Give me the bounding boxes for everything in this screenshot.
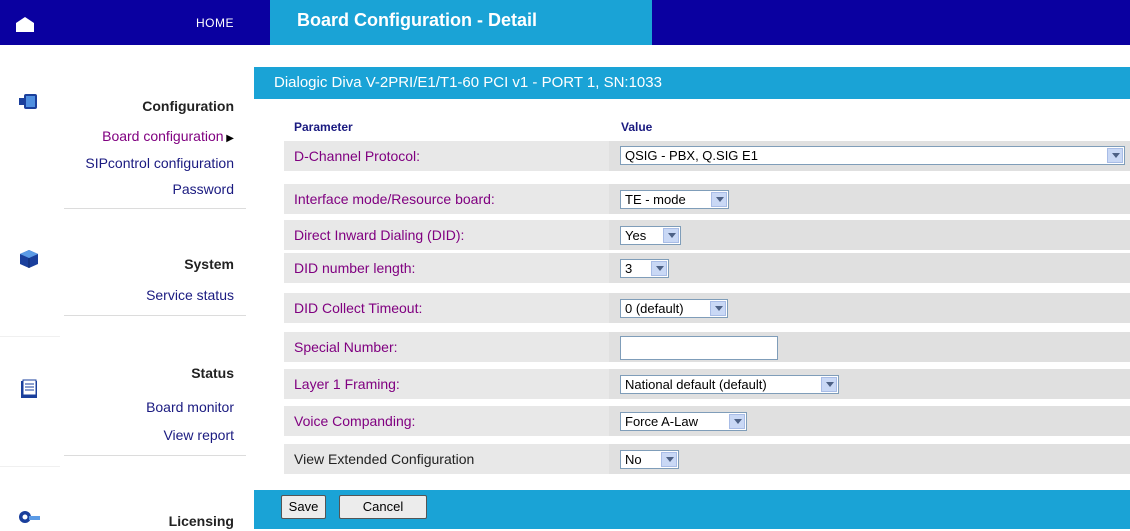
- nav-divider: [64, 315, 246, 316]
- chevron-down-icon[interactable]: [729, 414, 745, 429]
- select-value: National default (default): [625, 377, 767, 392]
- voice-companding-select[interactable]: Force A-Law: [620, 412, 747, 431]
- nav-section-system: System: [184, 256, 234, 272]
- special-number-input[interactable]: [620, 336, 778, 360]
- nav-divider: [64, 208, 246, 209]
- param-label: D-Channel Protocol:: [294, 148, 421, 164]
- port-title: Dialogic Diva V-2PRI/E1/T1-60 PCI v1 - P…: [274, 74, 662, 91]
- select-value: 3: [625, 261, 633, 276]
- home-link[interactable]: HOME: [190, 16, 234, 30]
- value-cell: Yes: [609, 220, 1130, 250]
- interface-mode-select[interactable]: TE - mode: [620, 190, 729, 209]
- did-collect-timeout-select[interactable]: 0 (default): [620, 299, 728, 318]
- select-value: No: [625, 452, 642, 467]
- param-label: Layer 1 Framing:: [294, 376, 400, 392]
- param-label: Voice Companding:: [294, 413, 416, 429]
- nav-divider: [0, 336, 60, 337]
- param-label: Direct Inward Dialing (DID):: [294, 227, 465, 243]
- chevron-down-icon[interactable]: [651, 261, 667, 276]
- value-cell: QSIG - PBX, Q.SIG E1: [609, 141, 1130, 171]
- nav-divider: [0, 466, 60, 467]
- layer1-framing-select[interactable]: National default (default): [620, 375, 839, 394]
- nav-section-configuration: Configuration: [142, 98, 234, 114]
- nav-item-sipcontrol-configuration[interactable]: SIPcontrol configuration: [54, 155, 234, 171]
- value-cell: 3: [609, 253, 1130, 283]
- value-cell: National default (default): [609, 369, 1130, 399]
- select-value: 0 (default): [625, 301, 684, 316]
- param-row-view-extended-configuration: View Extended Configuration No: [284, 444, 1130, 474]
- column-header-parameter: Parameter: [294, 120, 353, 134]
- chevron-down-icon[interactable]: [821, 377, 837, 392]
- select-value: Yes: [625, 228, 647, 243]
- param-label: Interface mode/Resource board:: [294, 191, 495, 207]
- param-row-did-collect-timeout: DID Collect Timeout: 0 (default): [284, 293, 1130, 323]
- status-document-icon: [18, 378, 40, 403]
- system-cube-icon: [18, 248, 40, 273]
- nav-item-view-report[interactable]: View report: [54, 427, 234, 443]
- param-row-special-number: Special Number:: [284, 332, 1130, 362]
- licensing-key-icon: [18, 508, 42, 531]
- page-title: Board Configuration - Detail: [297, 10, 537, 30]
- chevron-down-icon[interactable]: [711, 192, 727, 207]
- param-label: DID number length:: [294, 260, 416, 276]
- param-row-d-channel-protocol: D-Channel Protocol: QSIG - PBX, Q.SIG E1: [284, 141, 1130, 171]
- column-header-value: Value: [621, 120, 653, 134]
- nav-item-password[interactable]: Password: [54, 181, 234, 197]
- nav-item-label: Board configuration: [102, 128, 224, 144]
- param-row-did-number-length: DID number length: 3: [284, 253, 1130, 283]
- did-select[interactable]: Yes: [620, 226, 681, 245]
- did-number-length-select[interactable]: 3: [620, 259, 669, 278]
- home-icon[interactable]: [14, 14, 36, 34]
- value-cell: Force A-Law: [609, 406, 1130, 436]
- nav-item-board-monitor[interactable]: Board monitor: [54, 399, 234, 415]
- nav-item-service-status[interactable]: Service status: [54, 287, 234, 303]
- select-value: QSIG - PBX, Q.SIG E1: [625, 148, 758, 163]
- chevron-down-icon[interactable]: [661, 452, 677, 467]
- nav-section-status: Status: [191, 365, 234, 381]
- param-row-interface-mode: Interface mode/Resource board: TE - mode: [284, 184, 1130, 214]
- nav-item-board-configuration[interactable]: Board configuration ▶: [54, 128, 234, 144]
- cancel-button[interactable]: Cancel: [339, 495, 427, 519]
- caret-right-icon: ▶: [223, 133, 234, 144]
- chevron-down-icon[interactable]: [1107, 148, 1123, 163]
- configuration-icon: [18, 92, 40, 115]
- d-channel-protocol-select[interactable]: QSIG - PBX, Q.SIG E1: [620, 146, 1125, 165]
- value-cell: [609, 332, 1130, 362]
- param-label: DID Collect Timeout:: [294, 300, 423, 316]
- param-row-voice-companding: Voice Companding: Force A-Law: [284, 406, 1130, 436]
- param-row-layer1-framing: Layer 1 Framing: National default (defau…: [284, 369, 1130, 399]
- value-cell: TE - mode: [609, 184, 1130, 214]
- select-value: TE - mode: [625, 192, 686, 207]
- select-value: Force A-Law: [625, 414, 698, 429]
- value-cell: 0 (default): [609, 293, 1130, 323]
- value-cell: No: [609, 444, 1130, 474]
- param-row-did: Direct Inward Dialing (DID): Yes: [284, 220, 1130, 250]
- nav-section-licensing: Licensing: [168, 513, 234, 529]
- nav-divider: [64, 455, 246, 456]
- chevron-down-icon[interactable]: [710, 301, 726, 316]
- chevron-down-icon[interactable]: [663, 228, 679, 243]
- param-label: Special Number:: [294, 339, 398, 355]
- view-extended-configuration-select[interactable]: No: [620, 450, 679, 469]
- param-label: View Extended Configuration: [294, 451, 475, 467]
- save-button[interactable]: Save: [281, 495, 326, 519]
